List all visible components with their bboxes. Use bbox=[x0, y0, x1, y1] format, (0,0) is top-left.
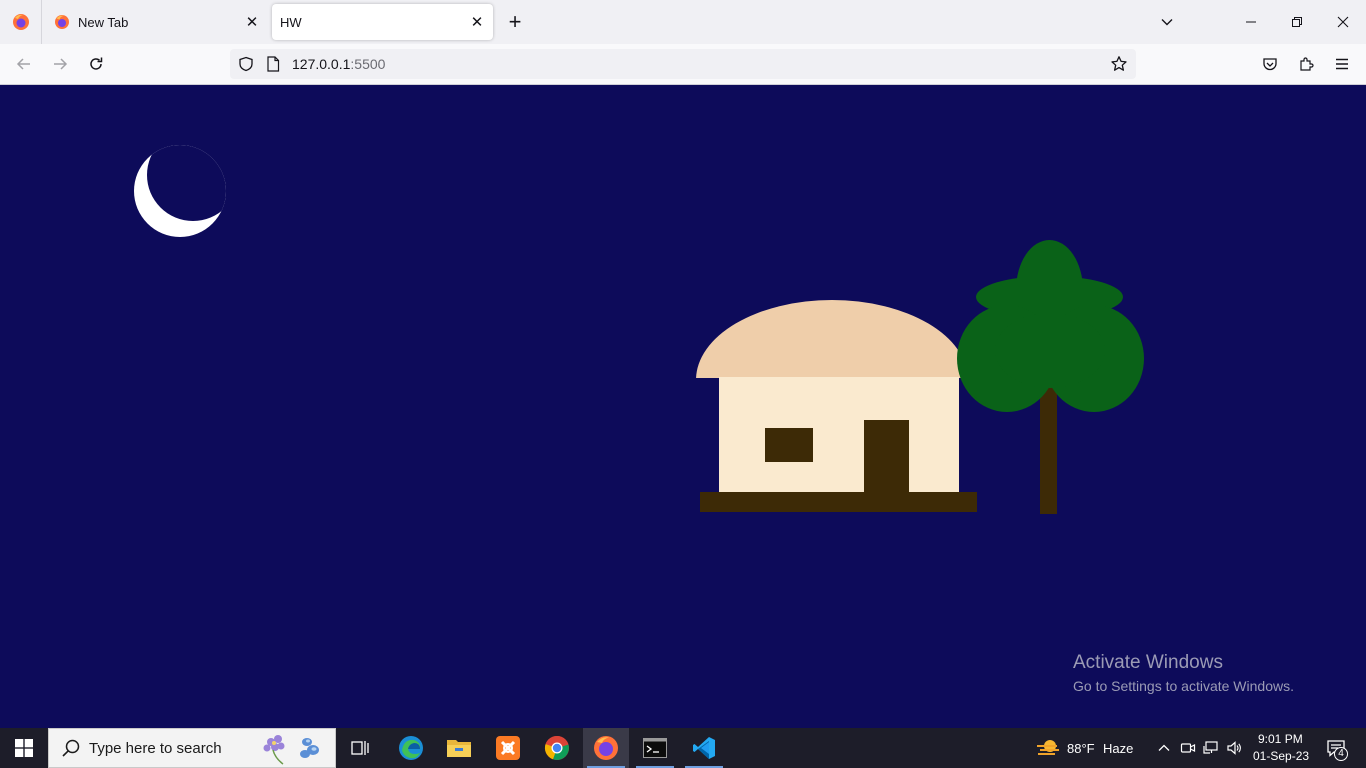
chrome-app[interactable] bbox=[534, 728, 580, 768]
back-button[interactable] bbox=[9, 50, 39, 78]
puzzle-icon bbox=[1300, 57, 1314, 71]
list-all-tabs-button[interactable] bbox=[1144, 0, 1190, 44]
hut-roof-dome bbox=[696, 300, 968, 378]
firefox-icon bbox=[55, 15, 69, 29]
restore-icon bbox=[1292, 17, 1302, 27]
network-icon[interactable] bbox=[1201, 738, 1221, 758]
weather-temperature[interactable]: 88°F bbox=[1067, 741, 1095, 756]
shield-icon[interactable] bbox=[236, 54, 256, 74]
task-view-icon bbox=[351, 741, 369, 755]
reload-button[interactable] bbox=[81, 50, 111, 78]
firefox-view-button[interactable] bbox=[0, 0, 42, 44]
start-button[interactable] bbox=[0, 728, 48, 768]
pocket-icon bbox=[1263, 58, 1277, 71]
hut-wall bbox=[719, 377, 959, 495]
close-window-button[interactable] bbox=[1320, 0, 1366, 44]
address-bar[interactable]: 127.0.0.1:5500 bbox=[230, 49, 1136, 79]
notification-count-badge: 4 bbox=[1334, 747, 1348, 761]
search-highlight-flowers-icon bbox=[263, 735, 319, 765]
show-hidden-icons-chevron-up-icon[interactable] bbox=[1154, 738, 1174, 758]
extensions-button[interactable] bbox=[1291, 50, 1321, 78]
crescent-moon bbox=[134, 145, 226, 237]
edge-app[interactable] bbox=[388, 728, 434, 768]
tab-title: New Tab bbox=[78, 14, 129, 30]
close-tab-icon[interactable]: ✕ bbox=[240, 10, 264, 34]
firefox-icon bbox=[12, 14, 29, 30]
tree-leaf-center bbox=[995, 313, 1105, 388]
app-menu-button[interactable] bbox=[1327, 50, 1357, 78]
url-port: :5500 bbox=[350, 56, 386, 72]
arrow-left-icon bbox=[16, 58, 30, 70]
edge-icon bbox=[399, 736, 423, 760]
terminal-icon bbox=[643, 738, 667, 758]
tree-trunk bbox=[1040, 385, 1057, 514]
task-view-button[interactable] bbox=[337, 728, 383, 768]
file-explorer-app[interactable] bbox=[436, 728, 482, 768]
tab-strip: New Tab ✕ HW ✕ + bbox=[0, 0, 1366, 44]
url-host: 127.0.0.1 bbox=[292, 56, 351, 72]
watermark-title: Activate Windows bbox=[1073, 652, 1223, 673]
chrome-icon bbox=[544, 735, 569, 760]
vscode-icon bbox=[693, 737, 715, 759]
url-text[interactable]: 127.0.0.1:5500 bbox=[292, 56, 385, 72]
chevron-down-icon bbox=[1161, 19, 1173, 26]
taskbar-search[interactable] bbox=[48, 728, 336, 768]
tab-new-tab[interactable]: New Tab ✕ bbox=[44, 4, 268, 40]
vscode-app[interactable] bbox=[681, 728, 727, 768]
minimize-icon bbox=[1246, 21, 1256, 23]
speaker-volume-icon[interactable] bbox=[1224, 738, 1244, 758]
firefox-icon bbox=[594, 736, 618, 760]
tab-title: HW bbox=[280, 14, 302, 30]
hamburger-menu-icon bbox=[1336, 58, 1348, 70]
navigation-toolbar: 127.0.0.1:5500 bbox=[0, 44, 1366, 85]
terminal-app[interactable] bbox=[632, 728, 678, 768]
windows-taskbar: 88°F Haze 9:01 PM 01-Sep-23 4 bbox=[0, 728, 1366, 768]
clock-time[interactable]: 9:01 PM bbox=[1258, 732, 1303, 746]
weather-haze-icon[interactable] bbox=[1035, 738, 1061, 758]
xampp-app[interactable] bbox=[485, 728, 531, 768]
watermark-subtitle: Go to Settings to activate Windows. bbox=[1073, 678, 1294, 694]
close-tab-icon[interactable]: ✕ bbox=[465, 10, 489, 34]
hut-roof bbox=[696, 300, 968, 378]
clock-date[interactable]: 01-Sep-23 bbox=[1253, 749, 1309, 763]
close-icon bbox=[1337, 16, 1349, 28]
xampp-icon bbox=[496, 736, 520, 760]
windows-logo-icon bbox=[15, 739, 33, 757]
page-canvas: Activate Windows Go to Settings to activ… bbox=[0, 85, 1366, 728]
search-input[interactable] bbox=[89, 739, 259, 757]
pocket-button[interactable] bbox=[1255, 50, 1285, 78]
arrow-right-icon bbox=[54, 58, 68, 70]
reload-icon bbox=[90, 57, 103, 70]
tab-hw[interactable]: HW ✕ bbox=[272, 4, 493, 40]
bookmark-star-icon[interactable] bbox=[1109, 54, 1129, 74]
new-tab-button[interactable]: + bbox=[502, 9, 528, 35]
page-icon[interactable] bbox=[263, 54, 283, 74]
meet-now-icon[interactable] bbox=[1178, 738, 1198, 758]
folder-icon bbox=[447, 740, 471, 757]
moon-shadow bbox=[147, 145, 226, 221]
hut-base bbox=[700, 492, 977, 512]
forward-button[interactable] bbox=[45, 50, 75, 78]
weather-condition[interactable]: Haze bbox=[1103, 741, 1133, 756]
restore-button[interactable] bbox=[1274, 0, 1320, 44]
minimize-button[interactable] bbox=[1228, 0, 1274, 44]
firefox-app[interactable] bbox=[583, 728, 629, 768]
activate-windows-watermark: Activate Windows Go to Settings to activ… bbox=[1073, 652, 1294, 694]
hut-window bbox=[765, 428, 813, 462]
search-icon bbox=[62, 739, 80, 757]
hut-door bbox=[864, 420, 909, 495]
